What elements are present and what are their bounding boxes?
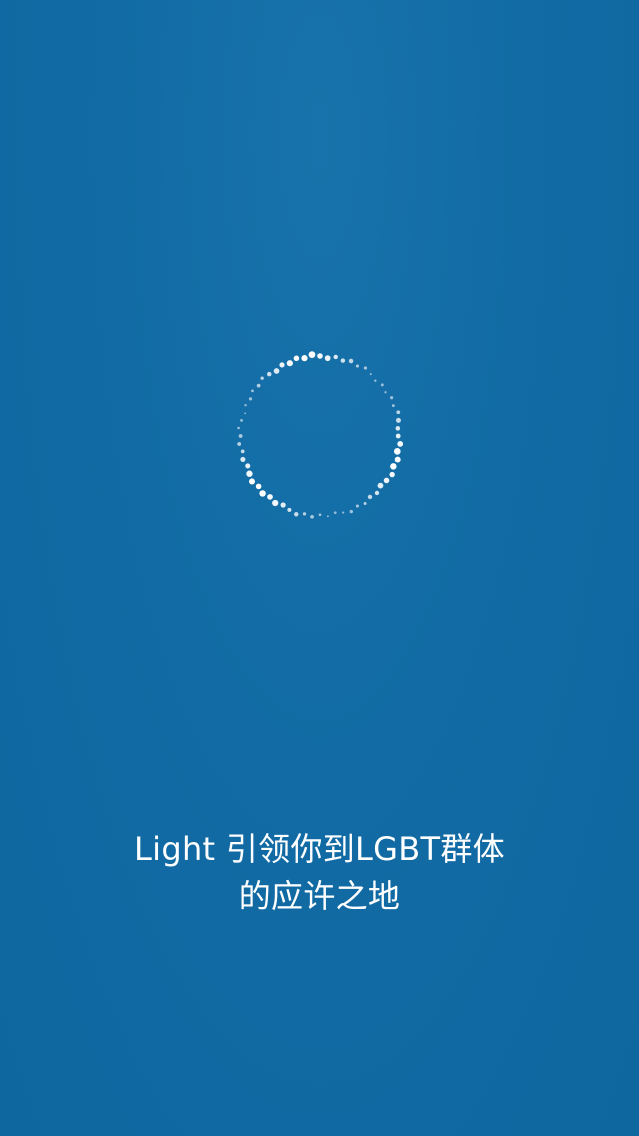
loader-dot bbox=[380, 383, 384, 387]
loader-dot bbox=[240, 418, 243, 422]
loader-dot bbox=[397, 441, 404, 447]
loader-dot bbox=[240, 449, 245, 454]
loader-dot bbox=[267, 494, 273, 500]
loader-dot bbox=[287, 507, 292, 512]
dotted-ring-icon bbox=[237, 351, 404, 519]
loader-dot bbox=[384, 391, 387, 394]
loader-dot bbox=[340, 358, 346, 363]
loader-dot bbox=[302, 512, 307, 516]
tagline-line-2: 的应许之地 bbox=[238, 877, 401, 915]
loader-dot bbox=[256, 383, 261, 388]
loader-dot bbox=[237, 442, 242, 446]
loader-dot bbox=[294, 512, 299, 517]
loader-dot bbox=[396, 417, 401, 423]
loader-dot bbox=[238, 434, 243, 438]
loader-dot bbox=[377, 482, 384, 489]
loader-dot bbox=[260, 376, 264, 380]
loader-dot bbox=[363, 366, 368, 370]
loading-spinner bbox=[230, 346, 410, 526]
loader-dot bbox=[246, 470, 253, 477]
splash-tagline: Light 引领你到LGBT群体 的应许之地 bbox=[0, 826, 639, 920]
loader-dot bbox=[245, 463, 251, 469]
loader-dot bbox=[355, 504, 359, 508]
loader-dot bbox=[326, 515, 329, 518]
loader-dot bbox=[280, 502, 286, 508]
loader-dot bbox=[279, 362, 285, 368]
loader-dot bbox=[248, 397, 253, 401]
loader-dot bbox=[301, 355, 308, 362]
loader-dot bbox=[374, 379, 377, 382]
loader-dot bbox=[395, 433, 401, 439]
loader-dot bbox=[348, 358, 354, 364]
loader-dot bbox=[389, 471, 395, 478]
loader-dot bbox=[390, 463, 397, 470]
loader-dot bbox=[272, 499, 279, 507]
splash-screen: Light 引领你到LGBT群体 的应许之地 bbox=[0, 0, 639, 1136]
loader-dot bbox=[349, 509, 353, 514]
loader-dot bbox=[259, 490, 266, 497]
loader-dot bbox=[363, 502, 367, 505]
loader-dot bbox=[396, 410, 401, 415]
loader-dot bbox=[273, 368, 280, 374]
loader-dot bbox=[237, 426, 240, 430]
loader-dot bbox=[395, 426, 401, 431]
loader-dot bbox=[251, 389, 254, 393]
loader-dot bbox=[333, 354, 338, 360]
loader-dot bbox=[293, 355, 300, 362]
loader-dot bbox=[310, 514, 314, 519]
loader-dot bbox=[244, 403, 247, 407]
loader-dot bbox=[317, 353, 323, 359]
loader-dot bbox=[355, 364, 359, 368]
loader-dot bbox=[286, 360, 293, 367]
loader-dot bbox=[390, 396, 394, 400]
loader-dot bbox=[392, 404, 395, 407]
loader-dot bbox=[393, 448, 401, 455]
loader-dot bbox=[383, 477, 390, 484]
loader-dot bbox=[308, 351, 316, 358]
loader-dot bbox=[342, 511, 345, 514]
tagline-line-1: Light 引领你到LGBT群体 bbox=[134, 830, 505, 868]
loader-dot bbox=[369, 373, 372, 376]
loader-dot bbox=[394, 456, 401, 463]
loader-dot bbox=[367, 494, 373, 500]
loader-dot bbox=[333, 511, 337, 515]
loader-dot bbox=[244, 412, 247, 415]
loader-dot bbox=[267, 371, 272, 377]
loader-dot bbox=[255, 483, 262, 490]
loader-dot bbox=[248, 478, 256, 485]
loader-dot bbox=[374, 490, 380, 496]
loader-dot bbox=[240, 456, 246, 462]
loader-dot bbox=[324, 355, 331, 362]
loader-dot bbox=[318, 513, 322, 517]
